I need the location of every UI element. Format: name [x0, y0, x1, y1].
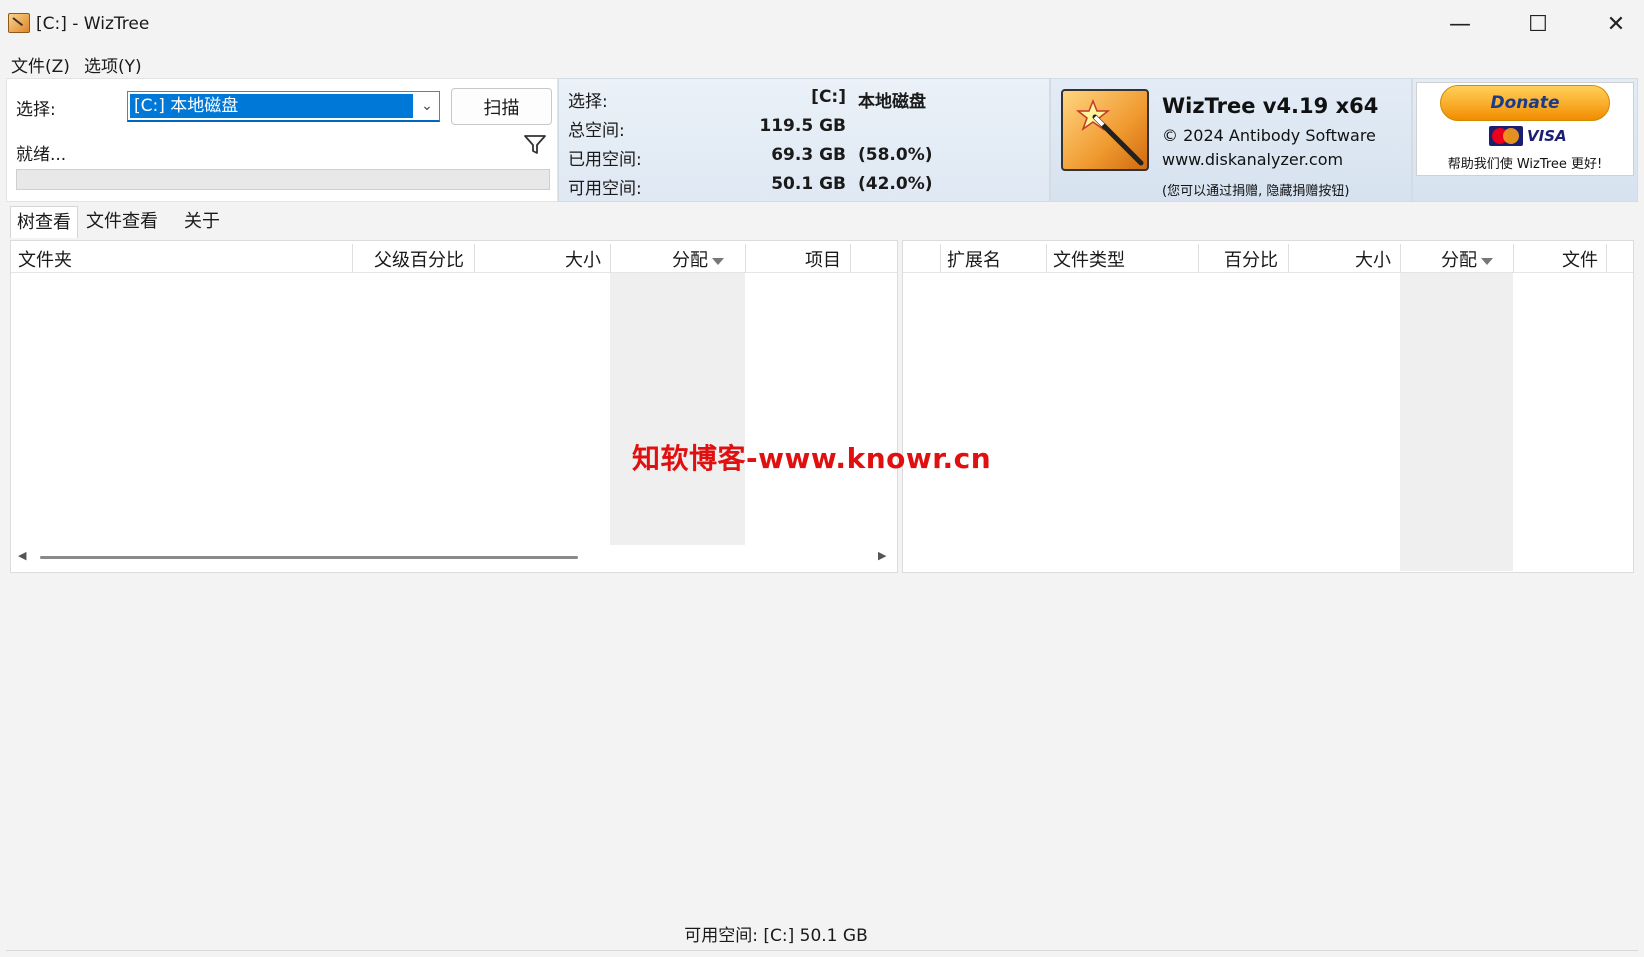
tab-file-view[interactable]: 文件查看 [80, 206, 164, 238]
ext-allocation-column-shade [1400, 273, 1513, 571]
col-separator[interactable] [940, 244, 941, 273]
scroll-left-icon[interactable]: ◀ [18, 549, 26, 562]
col-files[interactable]: 文件 [1562, 246, 1598, 272]
col-separator[interactable] [352, 244, 353, 273]
minimize-button[interactable]: — [1432, 0, 1488, 48]
col-separator[interactable] [1198, 244, 1199, 273]
col-ext-allocated-label: 分配 [1441, 250, 1477, 271]
col-separator[interactable] [850, 244, 851, 273]
status-free-space: 可用空间: [C:] 50.1 GB [684, 926, 868, 946]
watermark-text: 知软博客-www.knowr.cn [632, 442, 992, 475]
col-percent[interactable]: 百分比 [1224, 246, 1278, 272]
folder-tree-list[interactable] [10, 240, 898, 573]
total-space-value: 119.5 GB [759, 116, 846, 136]
maximize-button[interactable]: ☐ [1510, 0, 1566, 48]
menu-bar [0, 48, 1644, 78]
col-parent-percent[interactable]: 父级百分比 [374, 246, 464, 272]
col-separator[interactable] [1400, 244, 1401, 273]
info-drive-letter: [C:] [811, 87, 846, 107]
info-select-label: 选择: [568, 92, 608, 112]
wiztree-app-icon [8, 13, 30, 33]
col-separator[interactable] [1046, 244, 1047, 273]
col-separator[interactable] [610, 244, 611, 273]
info-drive-name: 本地磁盘 [858, 92, 926, 112]
used-space-value: 69.3 GB [771, 145, 846, 165]
col-extension[interactable]: 扩展名 [947, 246, 1001, 272]
col-size[interactable]: 大小 [565, 246, 601, 272]
col-file-type[interactable]: 文件类型 [1053, 246, 1125, 272]
window-frame-bottom [6, 950, 1638, 951]
filter-icon[interactable] [523, 134, 547, 156]
visa-icon: VISA [1527, 127, 1567, 145]
copyright-text: © 2024 Antibody Software [1162, 126, 1376, 145]
sort-desc-icon [1481, 257, 1493, 265]
scroll-right-icon[interactable]: ▶ [878, 549, 886, 562]
donate-button[interactable]: Donate [1440, 85, 1610, 121]
col-items[interactable]: 项目 [805, 246, 841, 272]
maximize-icon: ☐ [1528, 11, 1548, 37]
scan-status: 就绪... [16, 145, 67, 165]
allocation-column-shade [610, 273, 745, 545]
scan-progress-bar [16, 169, 550, 190]
col-allocated[interactable]: 分配 [672, 246, 724, 272]
minimize-icon: — [1449, 11, 1471, 37]
col-separator[interactable] [1513, 244, 1514, 273]
menu-file[interactable]: 文件(Z) [11, 52, 70, 77]
col-allocated-label: 分配 [672, 250, 708, 271]
used-space-pct: (58.0%) [858, 145, 933, 165]
select-label: 选择: [16, 100, 56, 120]
window-title: [C:] - WizTree [36, 14, 150, 34]
chevron-down-icon[interactable]: ⌄ [416, 94, 438, 118]
wiztree-logo-icon [1061, 89, 1149, 171]
col-separator[interactable] [1606, 244, 1607, 273]
close-button[interactable]: ✕ [1588, 0, 1644, 48]
close-icon: ✕ [1606, 11, 1626, 37]
col-ext-allocated[interactable]: 分配 [1441, 246, 1493, 272]
drive-select-value[interactable]: [C:] 本地磁盘 [130, 94, 413, 118]
website-link[interactable]: www.diskanalyzer.com [1162, 150, 1343, 169]
tab-about[interactable]: 关于 [178, 206, 226, 238]
tab-tree-view[interactable]: 树查看 [10, 206, 78, 238]
free-space-pct: (42.0%) [858, 174, 933, 194]
col-ext-size[interactable]: 大小 [1355, 246, 1391, 272]
scrollbar-thumb[interactable] [40, 556, 578, 559]
sort-desc-icon [712, 257, 724, 265]
used-space-label: 已用空间: [568, 150, 642, 170]
app-version-title: WizTree v4.19 x64 [1162, 94, 1379, 118]
total-space-label: 总空间: [568, 121, 625, 141]
menu-options[interactable]: 选项(Y) [84, 52, 142, 77]
scan-button[interactable]: 扫描 [451, 88, 552, 125]
extension-list[interactable] [902, 240, 1634, 573]
donate-help-text: 帮助我们使 WizTree 更好! [1447, 157, 1603, 172]
col-separator[interactable] [1288, 244, 1289, 273]
col-separator[interactable] [474, 244, 475, 273]
donate-hide-note: (您可以通过捐赠, 隐藏捐赠按钮) [1162, 184, 1350, 199]
col-folder[interactable]: 文件夹 [18, 246, 72, 272]
free-space-value: 50.1 GB [771, 174, 846, 194]
free-space-label: 可用空间: [568, 179, 642, 199]
col-separator[interactable] [745, 244, 746, 273]
title-bar [0, 0, 1644, 48]
mastercard-icon [1489, 126, 1523, 146]
